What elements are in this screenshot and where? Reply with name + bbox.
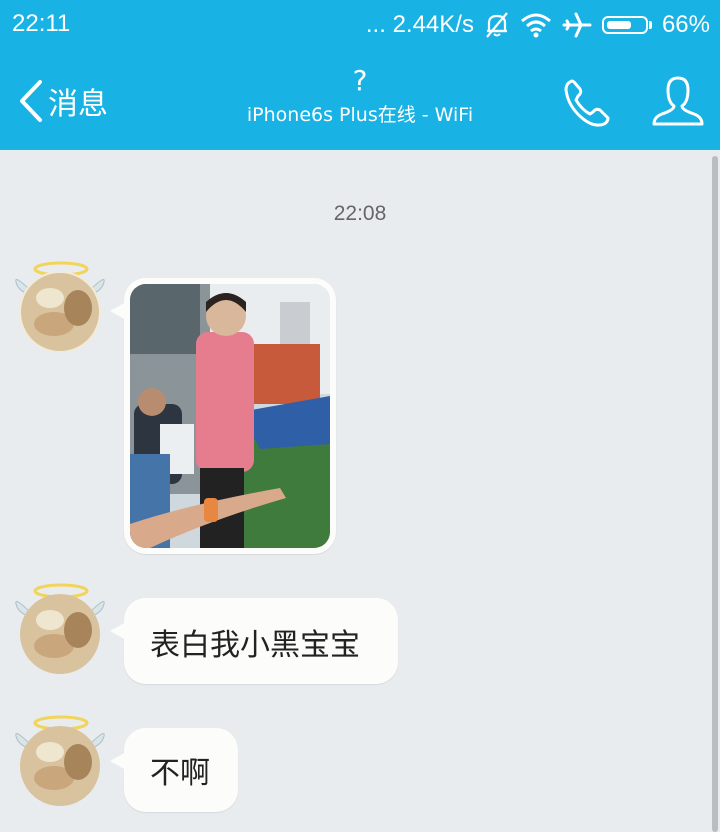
text-message[interactable]: 不啊 bbox=[110, 728, 238, 812]
chat-title-area[interactable]: ? iPhone6s Plus在线 - WiFi bbox=[160, 64, 560, 128]
contact-avatar[interactable] bbox=[12, 252, 108, 353]
profile-button[interactable] bbox=[648, 72, 708, 132]
status-bar: 22:11 ... 2.44K/s 66% bbox=[0, 0, 720, 50]
status-indicators: ... 2.44K/s 66% bbox=[366, 8, 710, 42]
image-message[interactable] bbox=[110, 278, 336, 554]
wifi-icon bbox=[520, 12, 552, 38]
battery-percent: 66% bbox=[661, 11, 710, 38]
message-text: 不啊 bbox=[150, 756, 210, 791]
chat-area[interactable]: 22:08 表白我小黑宝宝 不啊 bbox=[0, 150, 720, 832]
text-message[interactable]: 表白我小黑宝宝 bbox=[110, 598, 398, 684]
bell-off-icon bbox=[484, 11, 510, 39]
call-button[interactable] bbox=[556, 72, 616, 132]
battery-icon bbox=[601, 16, 652, 34]
chat-title: ? bbox=[352, 64, 368, 97]
profile-icon bbox=[652, 76, 704, 126]
status-time: 22:11 bbox=[12, 10, 71, 37]
contact-avatar[interactable] bbox=[12, 706, 108, 806]
message-timestamp: 22:08 bbox=[333, 202, 387, 225]
message-photo[interactable] bbox=[130, 284, 330, 548]
back-button[interactable]: 消息 bbox=[18, 76, 108, 126]
battery-level bbox=[606, 21, 631, 29]
network-speed: ... 2.44K/s bbox=[365, 11, 474, 38]
contact-avatar[interactable] bbox=[12, 574, 108, 674]
airplane-icon bbox=[562, 11, 592, 39]
back-label: 消息 bbox=[48, 87, 108, 122]
chat-header: 消息 ? iPhone6s Plus在线 - WiFi bbox=[0, 50, 720, 150]
phone-icon bbox=[564, 79, 610, 127]
message-text: 表白我小黑宝宝 bbox=[150, 628, 360, 663]
chat-scrollbar[interactable] bbox=[712, 156, 718, 832]
online-status: iPhone6s Plus在线 - WiFi bbox=[246, 104, 474, 126]
chevron-left-icon bbox=[20, 80, 42, 122]
